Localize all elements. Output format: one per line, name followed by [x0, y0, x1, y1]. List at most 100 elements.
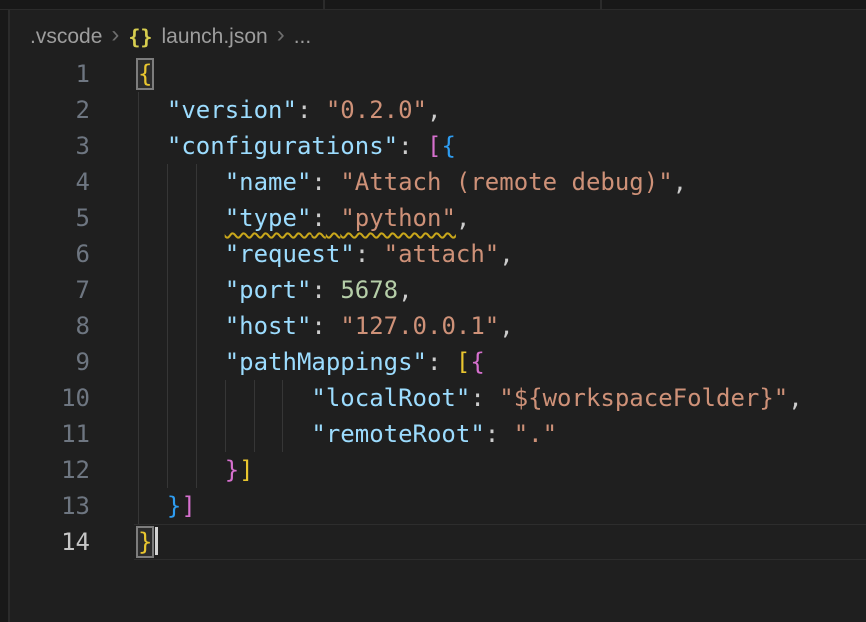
line-number: 5 — [10, 200, 90, 236]
code-token: "configurations" — [167, 132, 398, 160]
code-token — [138, 168, 225, 196]
json-file-icon: {} — [128, 25, 152, 49]
code-token: "request" — [225, 240, 355, 268]
code-token: "${workspaceFolder}" — [499, 384, 788, 412]
code-token: { — [470, 348, 484, 376]
code-token — [499, 420, 513, 448]
code-token: "python" — [340, 204, 456, 232]
code-line-content: "pathMappings": [{ — [138, 344, 485, 380]
code-line[interactable]: 1{ — [10, 56, 866, 92]
line-number: 1 — [10, 56, 90, 92]
code-token: : — [470, 384, 484, 412]
code-token: : — [311, 312, 325, 340]
code-token: : — [427, 348, 441, 376]
code-token: "remoteRoot" — [311, 420, 484, 448]
code-line[interactable]: 8 "host": "127.0.0.1", — [10, 308, 866, 344]
code-token: } — [167, 492, 181, 520]
code-line[interactable]: 13 }] — [10, 488, 866, 524]
code-token: "attach" — [384, 240, 500, 268]
breadcrumb-folder[interactable]: .vscode — [30, 25, 102, 49]
code-line-content: { — [138, 56, 152, 92]
code-token — [311, 96, 325, 124]
code-token: , — [427, 96, 441, 124]
code-token: "pathMappings" — [225, 348, 427, 376]
line-number: 6 — [10, 236, 90, 272]
code-line[interactable]: 12 }] — [10, 452, 866, 488]
tab-separator — [600, 0, 602, 9]
chevron-right-icon: › — [277, 23, 285, 47]
code-line[interactable]: 2 "version": "0.2.0", — [10, 92, 866, 128]
code-token: { — [441, 132, 455, 160]
text-cursor — [155, 527, 158, 555]
line-number: 7 — [10, 272, 90, 308]
code-token — [413, 132, 427, 160]
code-token: : — [311, 204, 325, 232]
code-token: : — [311, 276, 325, 304]
code-token: , — [456, 204, 470, 232]
code-line[interactable]: 14} — [10, 524, 866, 560]
code-token: , — [499, 240, 513, 268]
code-token: 5678 — [340, 276, 398, 304]
code-line[interactable]: 6 "request": "attach", — [10, 236, 866, 272]
code-line-content: "request": "attach", — [138, 236, 514, 272]
code-token — [326, 276, 340, 304]
line-number: 11 — [10, 416, 90, 452]
code-token — [138, 132, 167, 160]
breadcrumb-symbol[interactable]: ... — [294, 25, 312, 49]
line-number: 13 — [10, 488, 90, 524]
code-token: ] — [181, 492, 195, 520]
current-line-highlight — [134, 524, 866, 560]
code-token — [369, 240, 383, 268]
code-token — [485, 384, 499, 412]
tab-bar-edge — [0, 0, 866, 10]
code-token: } — [225, 456, 239, 484]
code-token: "name" — [225, 168, 312, 196]
code-line-content: "name": "Attach (remote debug)", — [138, 164, 687, 200]
code-line[interactable]: 7 "port": 5678, — [10, 272, 866, 308]
code-token — [138, 348, 225, 376]
code-line[interactable]: 5 "type": "python", — [10, 200, 866, 236]
code-token: "." — [514, 420, 557, 448]
code-line[interactable]: 4 "name": "Attach (remote debug)", — [10, 164, 866, 200]
code-token: : — [355, 240, 369, 268]
code-area[interactable]: 1{2 "version": "0.2.0",3 "configurations… — [10, 56, 866, 560]
code-token — [326, 312, 340, 340]
code-token — [326, 168, 340, 196]
bracket-match-highlight: } — [138, 528, 152, 556]
line-number: 4 — [10, 164, 90, 200]
code-line-content: "type": "python", — [138, 200, 470, 236]
code-line[interactable]: 11 "remoteRoot": "." — [10, 416, 866, 452]
line-number: 2 — [10, 92, 90, 128]
code-token: "type" — [225, 204, 312, 232]
code-token — [441, 348, 455, 376]
code-line-content: "configurations": [{ — [138, 128, 456, 164]
code-token: : — [311, 168, 325, 196]
code-token — [138, 384, 311, 412]
code-token: ] — [239, 456, 253, 484]
line-number: 3 — [10, 128, 90, 164]
code-line-content: "port": 5678, — [138, 272, 413, 308]
code-token: "0.2.0" — [326, 96, 427, 124]
code-line[interactable]: 10 "localRoot": "${workspaceFolder}", — [10, 380, 866, 416]
code-token: : — [485, 420, 499, 448]
code-line-content: "localRoot": "${workspaceFolder}", — [138, 380, 803, 416]
code-token — [138, 96, 167, 124]
code-token: , — [788, 384, 802, 412]
breadcrumb-file[interactable]: launch.json — [161, 25, 267, 49]
code-token: : — [297, 96, 311, 124]
code-token: , — [398, 276, 412, 304]
code-token — [138, 312, 225, 340]
code-line[interactable]: 3 "configurations": [{ — [10, 128, 866, 164]
code-line[interactable]: 9 "pathMappings": [{ — [10, 344, 866, 380]
bracket-match-highlight: { — [138, 60, 152, 88]
code-token: "127.0.0.1" — [340, 312, 499, 340]
line-number: 9 — [10, 344, 90, 380]
code-line-content: }] — [138, 488, 196, 524]
line-number: 14 — [10, 524, 90, 560]
code-token — [138, 204, 225, 232]
code-token — [138, 456, 225, 484]
code-token — [138, 240, 225, 268]
line-number: 8 — [10, 308, 90, 344]
vscode-window: .vscode › {} launch.json › ... 1{2 "vers… — [0, 0, 866, 622]
code-token: , — [499, 312, 513, 340]
